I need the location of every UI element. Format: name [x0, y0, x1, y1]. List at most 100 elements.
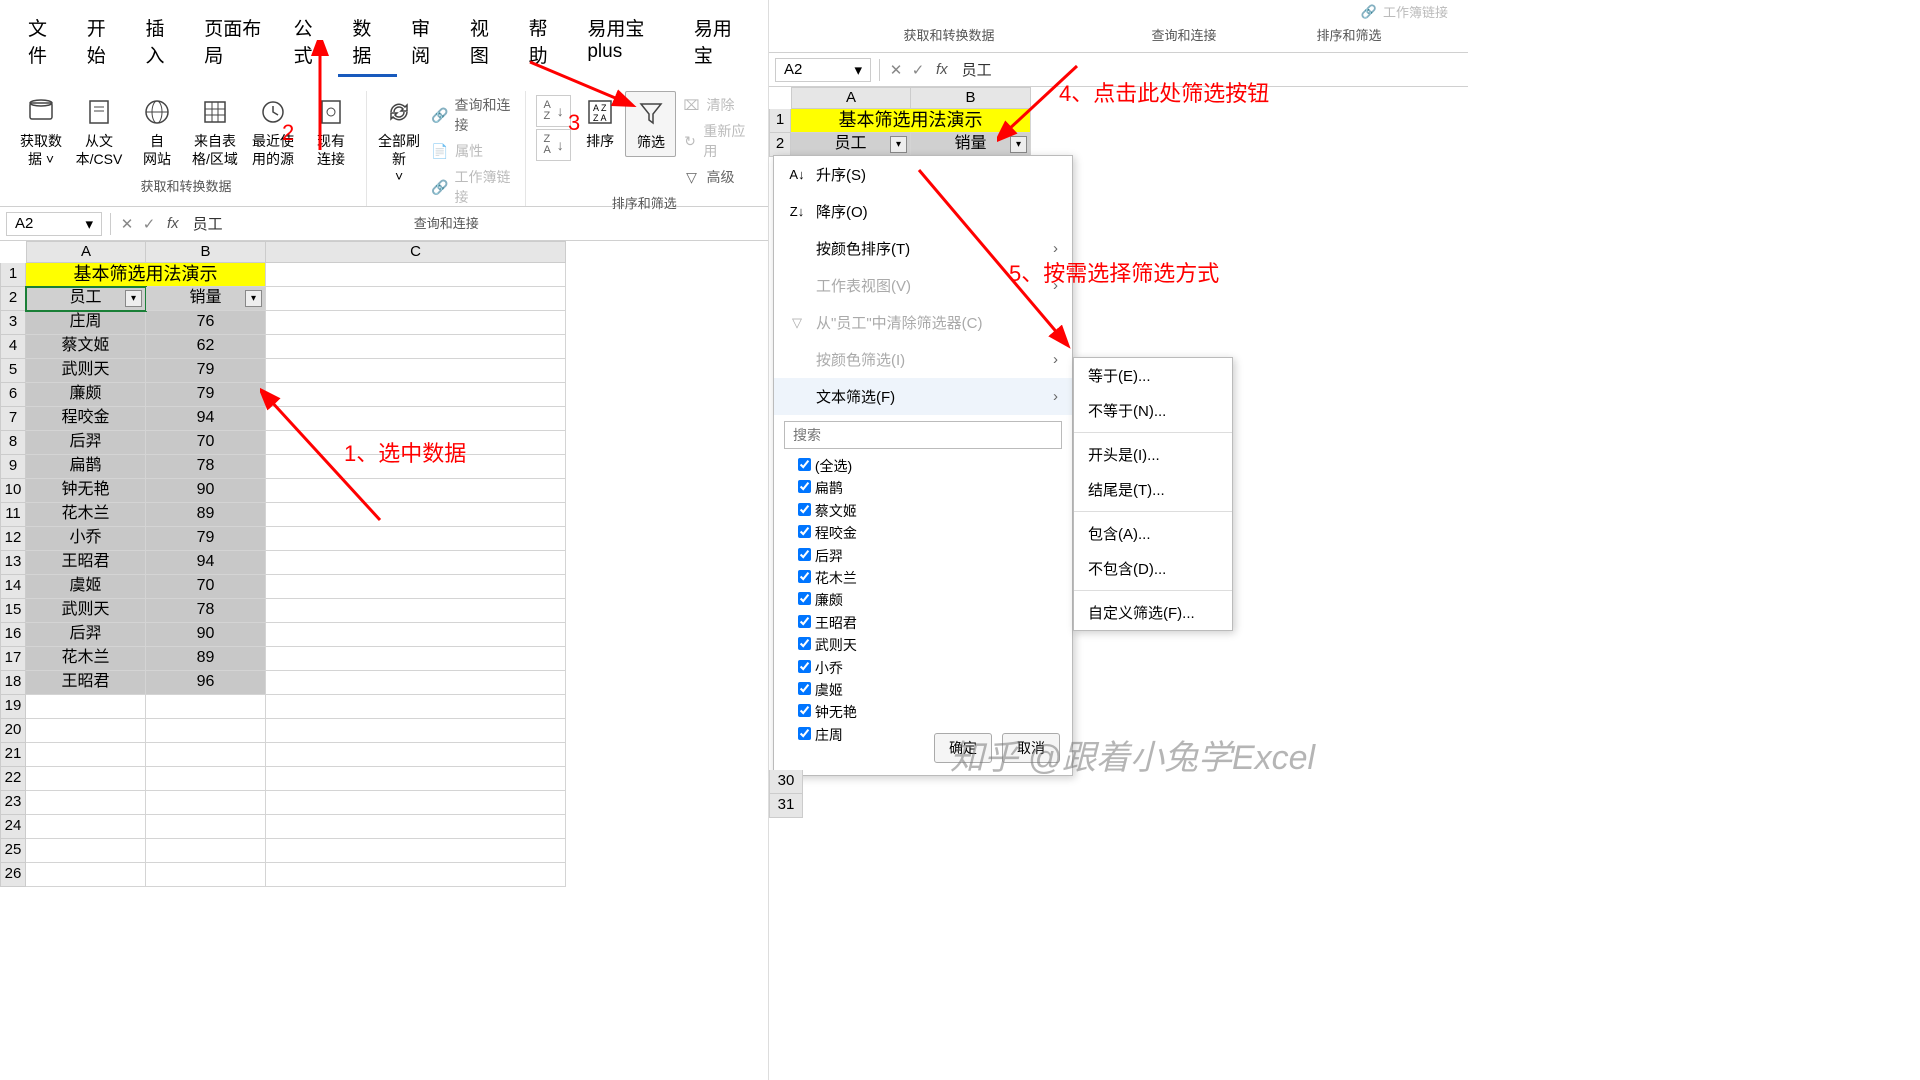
formula-bar[interactable]: 员工	[956, 59, 992, 80]
row-header[interactable]: 21	[0, 743, 26, 767]
sort-desc-item[interactable]: Z↓降序(O)	[774, 193, 1072, 230]
data-cell[interactable]: 90	[146, 623, 266, 647]
data-cell[interactable]: 庄周	[26, 311, 146, 335]
data-cell[interactable]: 76	[146, 311, 266, 335]
text-filter-item[interactable]: 文本筛选(F)›	[774, 378, 1072, 415]
row-header[interactable]: 16	[0, 623, 26, 647]
begins-with-item[interactable]: 开头是(I)...	[1074, 437, 1232, 472]
filter-search-input[interactable]	[784, 421, 1062, 449]
formula-bar[interactable]: 员工	[187, 213, 223, 234]
data-cell[interactable]: 武则天	[26, 359, 146, 383]
sort-asc-button[interactable]: AZ↓	[536, 95, 570, 127]
data-cell[interactable]: 扁鹊	[26, 455, 146, 479]
sort-asc-item[interactable]: A↓升序(S)	[774, 156, 1072, 193]
menu-plugin1[interactable]: 易用宝 plus	[573, 8, 680, 77]
row-header[interactable]: 17	[0, 647, 26, 671]
row-header[interactable]: 18	[0, 671, 26, 695]
menu-plugin2[interactable]: 易用宝	[680, 8, 754, 77]
col-header-b[interactable]: B	[146, 241, 266, 263]
data-cell[interactable]: 蔡文姬	[26, 335, 146, 359]
row-header[interactable]: 10	[0, 479, 26, 503]
row-header[interactable]: 31	[769, 794, 803, 818]
filter-button[interactable]: 筛选	[625, 91, 676, 157]
data-cell[interactable]: 94	[146, 407, 266, 431]
check-item[interactable]: 小乔	[798, 657, 1062, 679]
row-header[interactable]: 19	[0, 695, 26, 719]
check-item[interactable]: 王昭君	[798, 612, 1062, 634]
data-cell[interactable]: 小乔	[26, 527, 146, 551]
existing-conn-button[interactable]: 现有 连接	[302, 91, 360, 172]
equals-item[interactable]: 等于(E)...	[1074, 358, 1232, 393]
row-header[interactable]: 12	[0, 527, 26, 551]
data-cell[interactable]: 70	[146, 575, 266, 599]
filter-dropdown-icon[interactable]: ▾	[1010, 136, 1027, 153]
row-header[interactable]: 3	[0, 311, 26, 335]
col-header-c[interactable]: C	[266, 241, 566, 263]
row-header[interactable]: 13	[0, 551, 26, 575]
spreadsheet-grid[interactable]: A B C 1基本筛选用法演示 2 员工▾ 销量▾ 3 庄周 76 4 蔡文姬 …	[0, 241, 768, 887]
data-cell[interactable]: 89	[146, 503, 266, 527]
data-cell[interactable]: 后羿	[26, 431, 146, 455]
check-item[interactable]: 扁鹊	[798, 477, 1062, 499]
accept-fx-icon[interactable]: ✓	[139, 215, 159, 233]
data-cell[interactable]: 70	[146, 431, 266, 455]
menu-review[interactable]: 审阅	[397, 8, 456, 77]
col-header-b[interactable]: B	[911, 87, 1031, 109]
data-cell[interactable]: 78	[146, 599, 266, 623]
advanced-button[interactable]: ▽高级	[676, 165, 756, 189]
data-cell[interactable]: 武则天	[26, 599, 146, 623]
data-cell[interactable]: 62	[146, 335, 266, 359]
row-header[interactable]: 6	[0, 383, 26, 407]
get-data-button[interactable]: 获取数 据 ˅	[12, 91, 70, 172]
data-cell[interactable]: 程咬金	[26, 407, 146, 431]
title-cell[interactable]: 基本筛选用法演示	[26, 263, 266, 287]
data-cell[interactable]: 90	[146, 479, 266, 503]
row-header[interactable]: 20	[0, 719, 26, 743]
row-header[interactable]: 2	[0, 287, 26, 311]
row-header[interactable]: 25	[0, 839, 26, 863]
row-header[interactable]: 5	[0, 359, 26, 383]
row-header[interactable]: 15	[0, 599, 26, 623]
workbook-links-button[interactable]: 🔗工作簿链接	[425, 165, 519, 209]
check-select-all[interactable]: (全选)	[798, 455, 1062, 477]
data-cell[interactable]: 廉颇	[26, 383, 146, 407]
row-header[interactable]: 9	[0, 455, 26, 479]
data-cell[interactable]: 79	[146, 359, 266, 383]
header-cell-employee[interactable]: 员工▾	[26, 287, 146, 311]
filter-dropdown-icon[interactable]: ▾	[890, 136, 907, 153]
menu-data[interactable]: 数据	[338, 8, 397, 77]
header-cell-sales[interactable]: 销量▾	[911, 133, 1031, 157]
from-table-button[interactable]: 来自表 格/区域	[186, 91, 244, 172]
header-cell-sales[interactable]: 销量▾	[146, 287, 266, 311]
row-header[interactable]: 7	[0, 407, 26, 431]
reapply-button[interactable]: ↻重新应用	[676, 119, 756, 163]
data-cell[interactable]: 王昭君	[26, 671, 146, 695]
clear-button[interactable]: ⌧清除	[676, 93, 756, 117]
data-cell[interactable]: 后羿	[26, 623, 146, 647]
check-item[interactable]: 程咬金	[798, 522, 1062, 544]
row-header[interactable]: 23	[0, 791, 26, 815]
not-equals-item[interactable]: 不等于(N)...	[1074, 393, 1232, 428]
not-contains-item[interactable]: 不包含(D)...	[1074, 551, 1232, 586]
row-header[interactable]: 11	[0, 503, 26, 527]
name-box[interactable]: A2▾	[775, 58, 871, 82]
check-item[interactable]: 花木兰	[798, 567, 1062, 589]
menu-layout[interactable]: 页面布局	[190, 8, 279, 77]
check-item[interactable]: 虞姬	[798, 679, 1062, 701]
row-header[interactable]: 24	[0, 815, 26, 839]
name-box[interactable]: A2▾	[6, 212, 102, 236]
row-header[interactable]: 1	[0, 263, 26, 287]
spreadsheet-grid-right[interactable]: A B 1基本筛选用法演示 2 员工▾ 销量▾	[769, 87, 1468, 157]
menu-file[interactable]: 文件	[14, 8, 73, 77]
col-header-a[interactable]: A	[26, 241, 146, 263]
refresh-all-button[interactable]: 全部刷新 ˅	[373, 91, 425, 190]
row-header[interactable]: 8	[0, 431, 26, 455]
recent-sources-button[interactable]: 最近使 用的源	[244, 91, 302, 172]
menu-formula[interactable]: 公式	[280, 8, 339, 77]
row-header[interactable]: 1	[769, 109, 791, 133]
data-cell[interactable]: 虞姬	[26, 575, 146, 599]
sort-by-color-item[interactable]: 按颜色排序(T)›	[774, 230, 1072, 267]
data-cell[interactable]: 89	[146, 647, 266, 671]
queries-conn-button[interactable]: 🔗查询和连接	[425, 93, 519, 137]
data-cell[interactable]: 花木兰	[26, 503, 146, 527]
